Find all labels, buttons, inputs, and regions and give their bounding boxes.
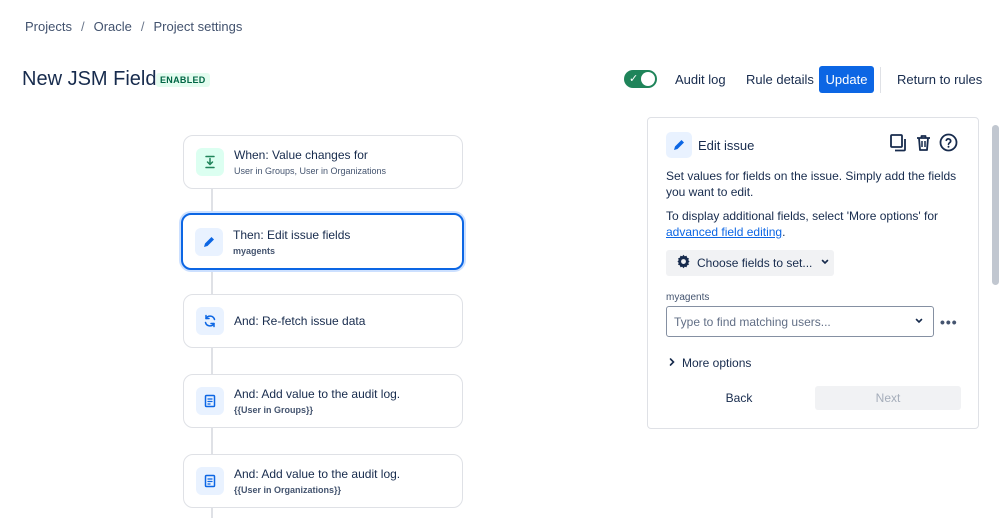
card-title: Then: Edit issue fields [233, 227, 351, 242]
pencil-icon [666, 132, 692, 158]
field-change-icon [196, 148, 224, 176]
trash-icon[interactable] [914, 133, 933, 152]
user-picker-placeholder: Type to find matching users... [674, 314, 831, 329]
user-picker-input[interactable]: Type to find matching users... [666, 306, 934, 337]
more-actions-icon[interactable]: ••• [940, 314, 958, 330]
card-subtitle: {{User in Organizations}} [234, 485, 342, 495]
panel-description-more: To display additional fields, select 'Mo… [666, 208, 966, 240]
toggle-knob [641, 72, 655, 86]
next-button[interactable]: Next [815, 386, 961, 410]
audit-log-button[interactable]: Audit log [675, 72, 726, 87]
description-suffix: . [782, 225, 786, 239]
edit-issue-panel: Edit issue Set values for fields on the … [647, 117, 979, 429]
breadcrumb-separator: / [80, 19, 85, 34]
chevron-down-icon [820, 256, 830, 270]
status-badge: ENABLED [156, 73, 210, 87]
rule-details-button[interactable]: Rule details [746, 72, 814, 87]
page-title: New JSM Field [22, 68, 157, 90]
description-text: To display additional fields, select 'Mo… [666, 209, 939, 223]
copy-icon[interactable] [889, 133, 908, 152]
back-button[interactable]: Back [666, 386, 812, 410]
header-divider [880, 67, 881, 93]
audit-log-card[interactable]: And: Add value to the audit log. {{User … [183, 454, 463, 508]
field-label: myagents [666, 292, 710, 303]
card-subtitle: User in Groups, User in Organizations [234, 166, 387, 176]
advanced-field-editing-link[interactable]: advanced field editing [666, 225, 782, 239]
rule-enabled-toggle[interactable]: ✓ [624, 70, 657, 88]
help-icon[interactable] [939, 133, 958, 152]
gear-icon [676, 254, 691, 272]
panel-description: Set values for fields on the issue. Simp… [666, 169, 957, 199]
panel-toolbar [889, 133, 958, 152]
refetch-card[interactable]: And: Re-fetch issue data [183, 294, 463, 348]
card-subtitle: myagents [233, 245, 276, 256]
card-title: And: Add value to the audit log. [234, 387, 401, 401]
chevron-right-icon [668, 356, 676, 370]
page-scrollbar[interactable] [992, 125, 999, 285]
breadcrumb-project-settings[interactable]: Project settings [154, 19, 243, 34]
update-button[interactable]: Update [819, 66, 874, 93]
more-options-toggle[interactable]: More options [668, 356, 751, 370]
refresh-icon [196, 307, 224, 335]
trigger-card[interactable]: When: Value changes for User in Groups, … [183, 135, 463, 189]
audit-log-icon [196, 467, 224, 495]
panel-title: Edit issue [698, 138, 755, 153]
choose-fields-label: Choose fields to set... [697, 256, 813, 270]
check-icon: ✓ [629, 73, 639, 85]
audit-log-icon [196, 387, 224, 415]
pencil-icon [195, 227, 223, 256]
card-title: And: Add value to the audit log. [234, 467, 401, 481]
card-subtitle: {{User in Groups}} [234, 405, 314, 415]
breadcrumb-separator: / [140, 19, 145, 34]
card-title: When: Value changes for [234, 148, 368, 162]
edit-issue-card[interactable]: Then: Edit issue fields myagents [181, 213, 464, 270]
choose-fields-button[interactable]: Choose fields to set... [666, 250, 834, 276]
return-to-rules-button[interactable]: Return to rules [897, 72, 982, 87]
breadcrumb-projects[interactable]: Projects [25, 19, 72, 34]
card-title: And: Re-fetch issue data [234, 314, 366, 328]
more-options-label: More options [682, 356, 752, 370]
breadcrumb-oracle[interactable]: Oracle [94, 19, 132, 34]
audit-log-card[interactable]: And: Add value to the audit log. {{User … [183, 374, 463, 428]
breadcrumb: Projects / Oracle / Project settings [25, 19, 242, 34]
chevron-down-icon[interactable] [914, 315, 924, 329]
